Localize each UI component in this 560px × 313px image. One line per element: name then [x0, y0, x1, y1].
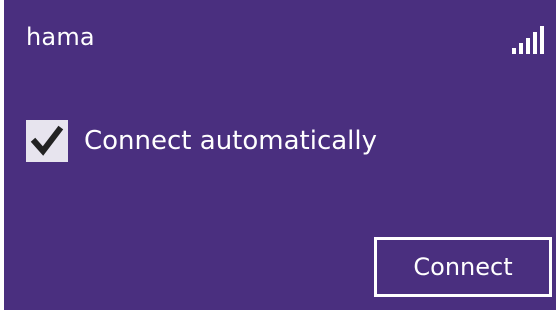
connect-automatically-checkbox[interactable] — [26, 120, 68, 162]
signal-bar-3 — [526, 38, 530, 54]
signal-strength-icon — [512, 26, 544, 54]
connect-automatically-label: Connect automatically — [84, 126, 378, 156]
signal-bar-1 — [512, 48, 516, 54]
connect-automatically-option[interactable]: Connect automatically — [26, 118, 377, 164]
network-name: hama — [26, 23, 95, 51]
signal-bar-5 — [540, 26, 544, 54]
wifi-network-panel: hama Connect automatically Connect — [4, 0, 556, 310]
connect-button[interactable]: Connect — [374, 237, 552, 297]
signal-bar-4 — [533, 32, 537, 54]
checkmark-icon — [30, 125, 64, 156]
signal-bar-2 — [519, 43, 523, 54]
